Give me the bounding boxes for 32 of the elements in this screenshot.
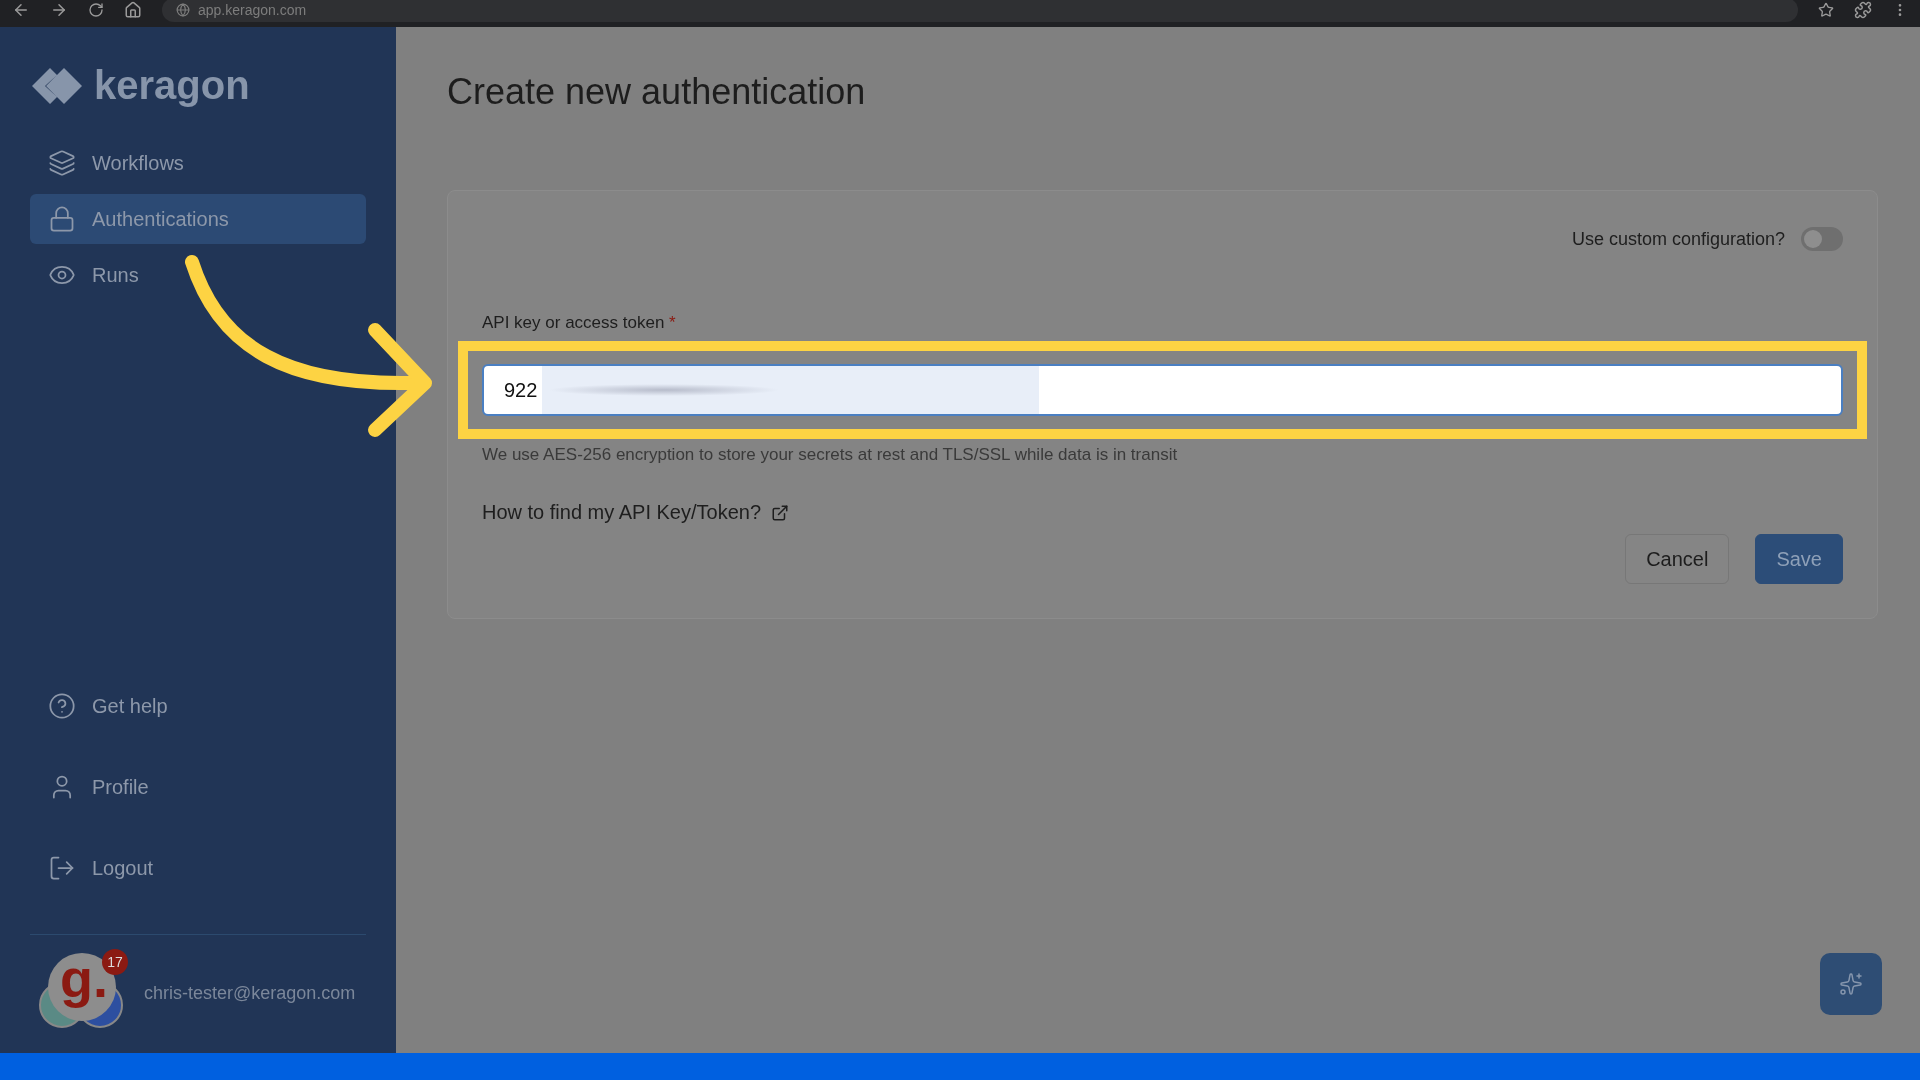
- globe-icon: [176, 2, 190, 17]
- nav-item[interactable]: Authentications: [30, 194, 366, 244]
- extensions-icon[interactable]: [1854, 0, 1872, 19]
- nav-item[interactable]: Runs: [30, 250, 366, 300]
- custom-config-toggle[interactable]: [1801, 227, 1843, 251]
- nav-item[interactable]: Profile: [30, 762, 366, 812]
- layers-icon: [48, 149, 76, 177]
- api-key-field[interactable]: 922: [482, 364, 1843, 416]
- help-icon: [48, 692, 76, 720]
- user-email: chris-tester@keragon.com: [144, 982, 356, 1004]
- home-icon[interactable]: [124, 0, 142, 19]
- logout-icon: [48, 854, 76, 882]
- notification-badge: 17: [102, 949, 128, 975]
- nav-item[interactable]: Logout: [30, 843, 366, 893]
- lock-icon: [48, 205, 76, 233]
- nav-item[interactable]: Get help: [30, 681, 366, 731]
- logo-icon: [30, 65, 84, 106]
- page-title: Create new authentication: [447, 71, 867, 113]
- logo-text: keragon: [94, 63, 250, 108]
- url-text: app.keragon.com: [198, 1, 307, 18]
- nav-item[interactable]: Workflows: [30, 138, 366, 188]
- star-icon[interactable]: [1818, 1, 1834, 18]
- helper-text: We use AES-256 encryption to store your secrets at rest and TLS/SSL while data is in transit: [482, 445, 1179, 465]
- reload-icon[interactable]: [88, 1, 104, 18]
- cancel-button[interactable]: Cancel: [1625, 534, 1730, 584]
- save-button[interactable]: Save: [1755, 534, 1843, 584]
- toggle-label: Use custom configuration?: [1571, 228, 1785, 250]
- help-link[interactable]: How to find my API Key/Token?: [482, 501, 790, 524]
- sparkle-icon: [1839, 972, 1863, 996]
- address-bar[interactable]: app.keragon.com: [162, 0, 1798, 22]
- field-label: API key or access token *: [482, 313, 677, 333]
- external-link-icon: [771, 503, 790, 522]
